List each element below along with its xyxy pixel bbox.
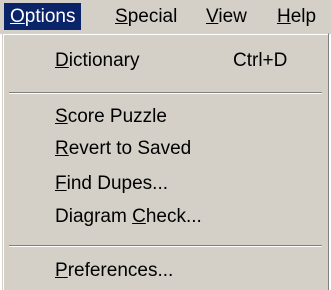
menu-item-preferences-mnemonic: P (55, 260, 68, 281)
menu-item-dictionary-shortcut: Ctrl+D (233, 50, 288, 71)
menu-options-label: ptions (24, 6, 76, 27)
menu-item-find-dupes-label: Find Dupes... (55, 169, 168, 199)
options-dropdown-menu: Dictionary Ctrl+D Score Puzzle Revert to… (2, 33, 329, 290)
menu-view[interactable]: View (200, 3, 253, 30)
menu-item-diagram-check-mnemonic: C (132, 206, 146, 227)
menu-special-label: pecial (127, 6, 178, 27)
menu-item-diagram-check-text: heck... (145, 206, 202, 227)
menu-view-mnemonic: V (206, 6, 219, 27)
menu-bar: Options Special View Help (0, 0, 331, 34)
menu-item-diagram-check-prefix: Diagram (55, 206, 133, 227)
menu-item-revert-to-saved[interactable]: Revert to Saved (7, 134, 324, 164)
menu-item-dictionary-text: ictionary (68, 50, 140, 71)
menu-item-score-puzzle[interactable]: Score Puzzle (7, 102, 324, 132)
menu-item-diagram-check-label: Diagram Check... (55, 202, 202, 232)
menu-separator (9, 245, 322, 247)
menu-options[interactable]: Options (4, 3, 82, 30)
menu-item-dictionary[interactable]: Dictionary Ctrl+D (7, 46, 324, 76)
menu-item-find-dupes-text: ind Dupes... (66, 173, 169, 194)
menu-item-preferences-label: Preferences... (55, 256, 173, 286)
menu-help-label: elp (290, 6, 317, 27)
menu-item-revert-to-saved-label: Revert to Saved (55, 134, 191, 164)
menu-separator (9, 92, 322, 94)
menu-item-dictionary-label: Dictionary (55, 46, 139, 76)
menu-item-score-puzzle-text: core Puzzle (67, 106, 167, 127)
menu-item-preferences-text: references... (67, 260, 174, 281)
menu-item-revert-to-saved-text: evert to Saved (68, 138, 192, 159)
menu-help-mnemonic: H (277, 6, 291, 27)
menu-item-dictionary-mnemonic: D (55, 50, 69, 71)
menu-item-score-puzzle-label: Score Puzzle (55, 102, 167, 132)
menu-item-preferences[interactable]: Preferences... (7, 256, 324, 286)
menu-help[interactable]: Help (271, 3, 322, 30)
menu-options-mnemonic: O (10, 6, 25, 27)
menu-special[interactable]: Special (109, 3, 183, 30)
menu-item-diagram-check[interactable]: Diagram Check... (7, 202, 324, 232)
menu-special-mnemonic: S (115, 6, 128, 27)
menu-item-find-dupes-mnemonic: F (55, 173, 67, 194)
menu-item-find-dupes[interactable]: Find Dupes... (7, 169, 324, 199)
menu-item-revert-to-saved-mnemonic: R (55, 138, 69, 159)
menu-item-score-puzzle-mnemonic: S (55, 106, 68, 127)
menu-view-label: iew (218, 6, 247, 27)
